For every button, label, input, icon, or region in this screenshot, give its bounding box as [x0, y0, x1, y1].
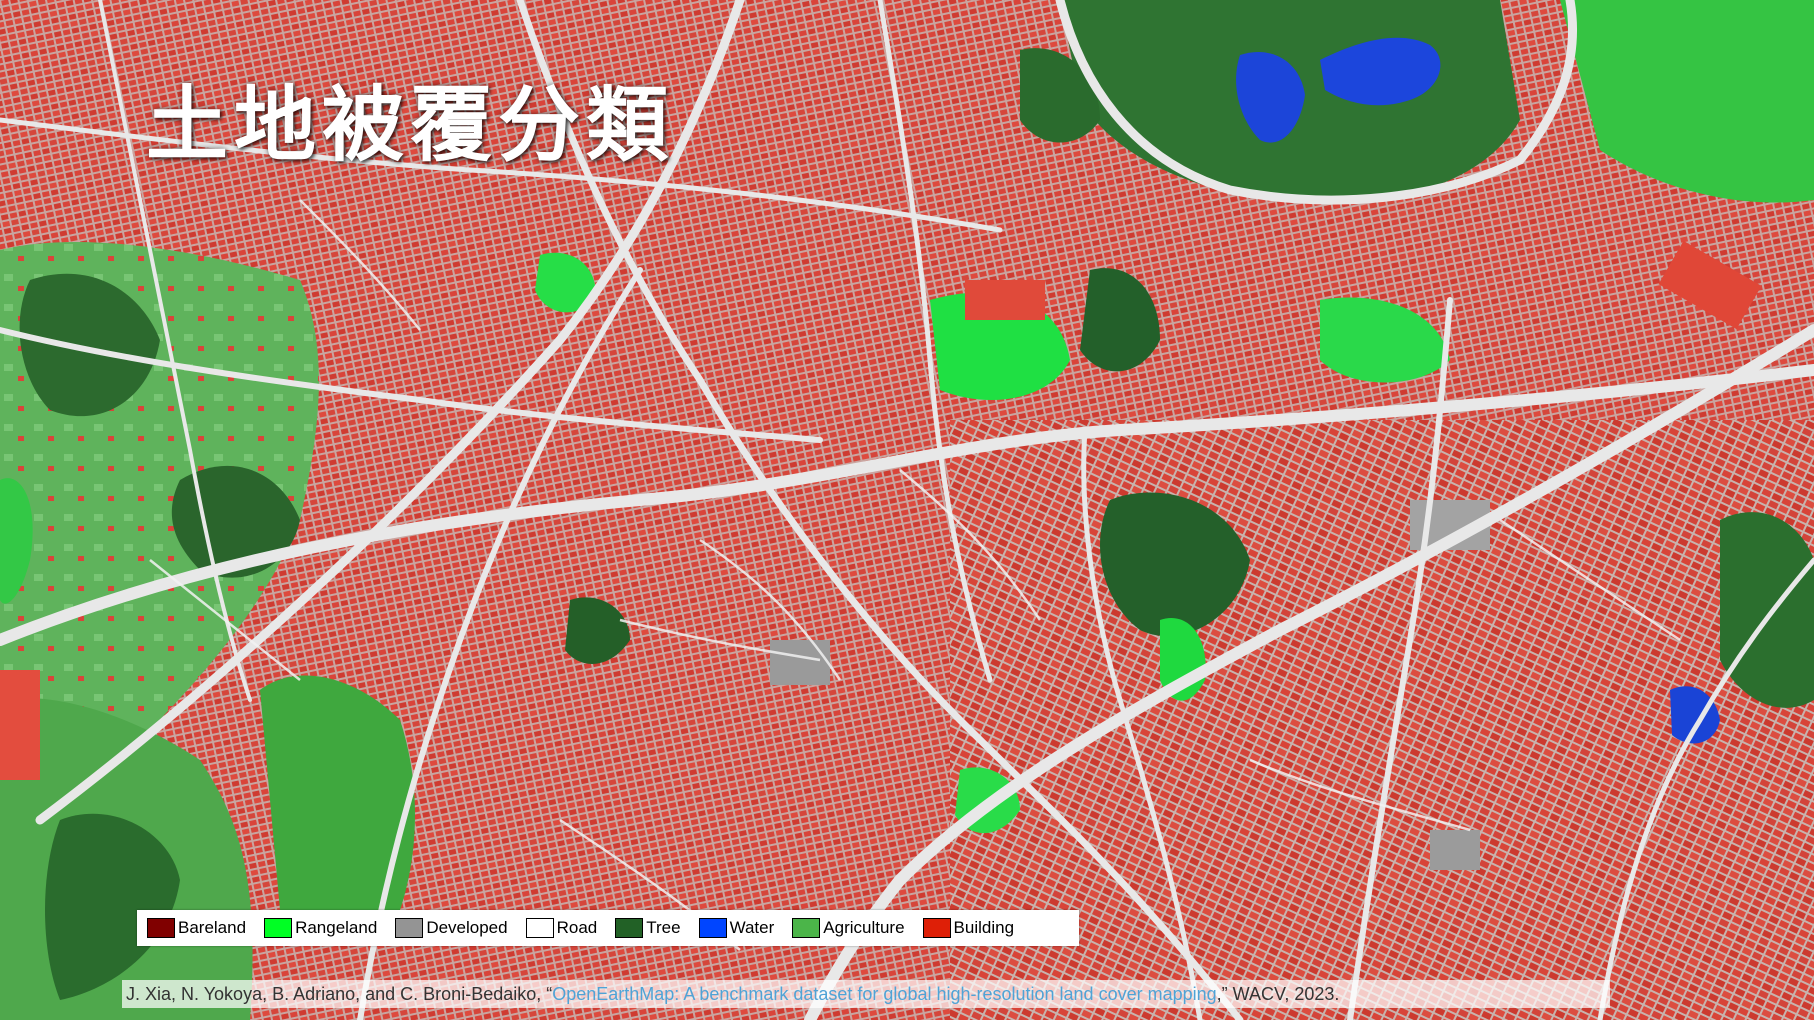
legend-swatch-building	[922, 918, 951, 938]
legend-label-developed: Developed	[426, 918, 508, 937]
legend-label-road: Road	[556, 918, 598, 937]
legend-swatch-water	[698, 918, 727, 938]
legend-label-rangeland: Rangeland	[295, 918, 378, 937]
legend-label-building: Building	[953, 918, 1015, 937]
legend-item-road: Road	[525, 918, 598, 938]
legend-label-tree: Tree	[646, 918, 681, 937]
slide: 土地被覆分類 Bareland Rangeland Developed Road…	[0, 0, 1814, 1020]
map-legend: Bareland Rangeland Developed Road Tree W…	[137, 910, 1079, 946]
legend-label-agriculture: Agriculture	[823, 918, 905, 937]
legend-item-developed: Developed	[395, 918, 508, 938]
legend-swatch-agriculture	[792, 918, 821, 938]
citation-link[interactable]: OpenEarthMap: A benchmark dataset for gl…	[552, 984, 1216, 1004]
legend-label-bareland: Bareland	[178, 918, 247, 937]
citation: J. Xia, N. Yokoya, B. Adriano, and C. Br…	[122, 980, 1610, 1008]
legend-item-water: Water	[698, 918, 775, 938]
legend-item-tree: Tree	[615, 918, 681, 938]
slide-title: 土地被覆分類	[146, 78, 675, 173]
legend-item-agriculture: Agriculture	[792, 918, 905, 938]
legend-item-bareland: Bareland	[147, 918, 246, 938]
legend-swatch-developed	[395, 918, 424, 938]
legend-item-rangeland: Rangeland	[264, 918, 377, 938]
legend-item-building: Building	[922, 918, 1015, 938]
citation-suffix: ,” WACV, 2023.	[1216, 984, 1340, 1004]
legend-swatch-rangeland	[264, 918, 293, 938]
citation-prefix: J. Xia, N. Yokoya, B. Adriano, and C. Br…	[126, 984, 553, 1004]
legend-swatch-tree	[615, 918, 644, 938]
legend-swatch-bareland	[147, 918, 175, 938]
legend-swatch-road	[525, 918, 554, 938]
legend-label-water: Water	[729, 918, 775, 937]
